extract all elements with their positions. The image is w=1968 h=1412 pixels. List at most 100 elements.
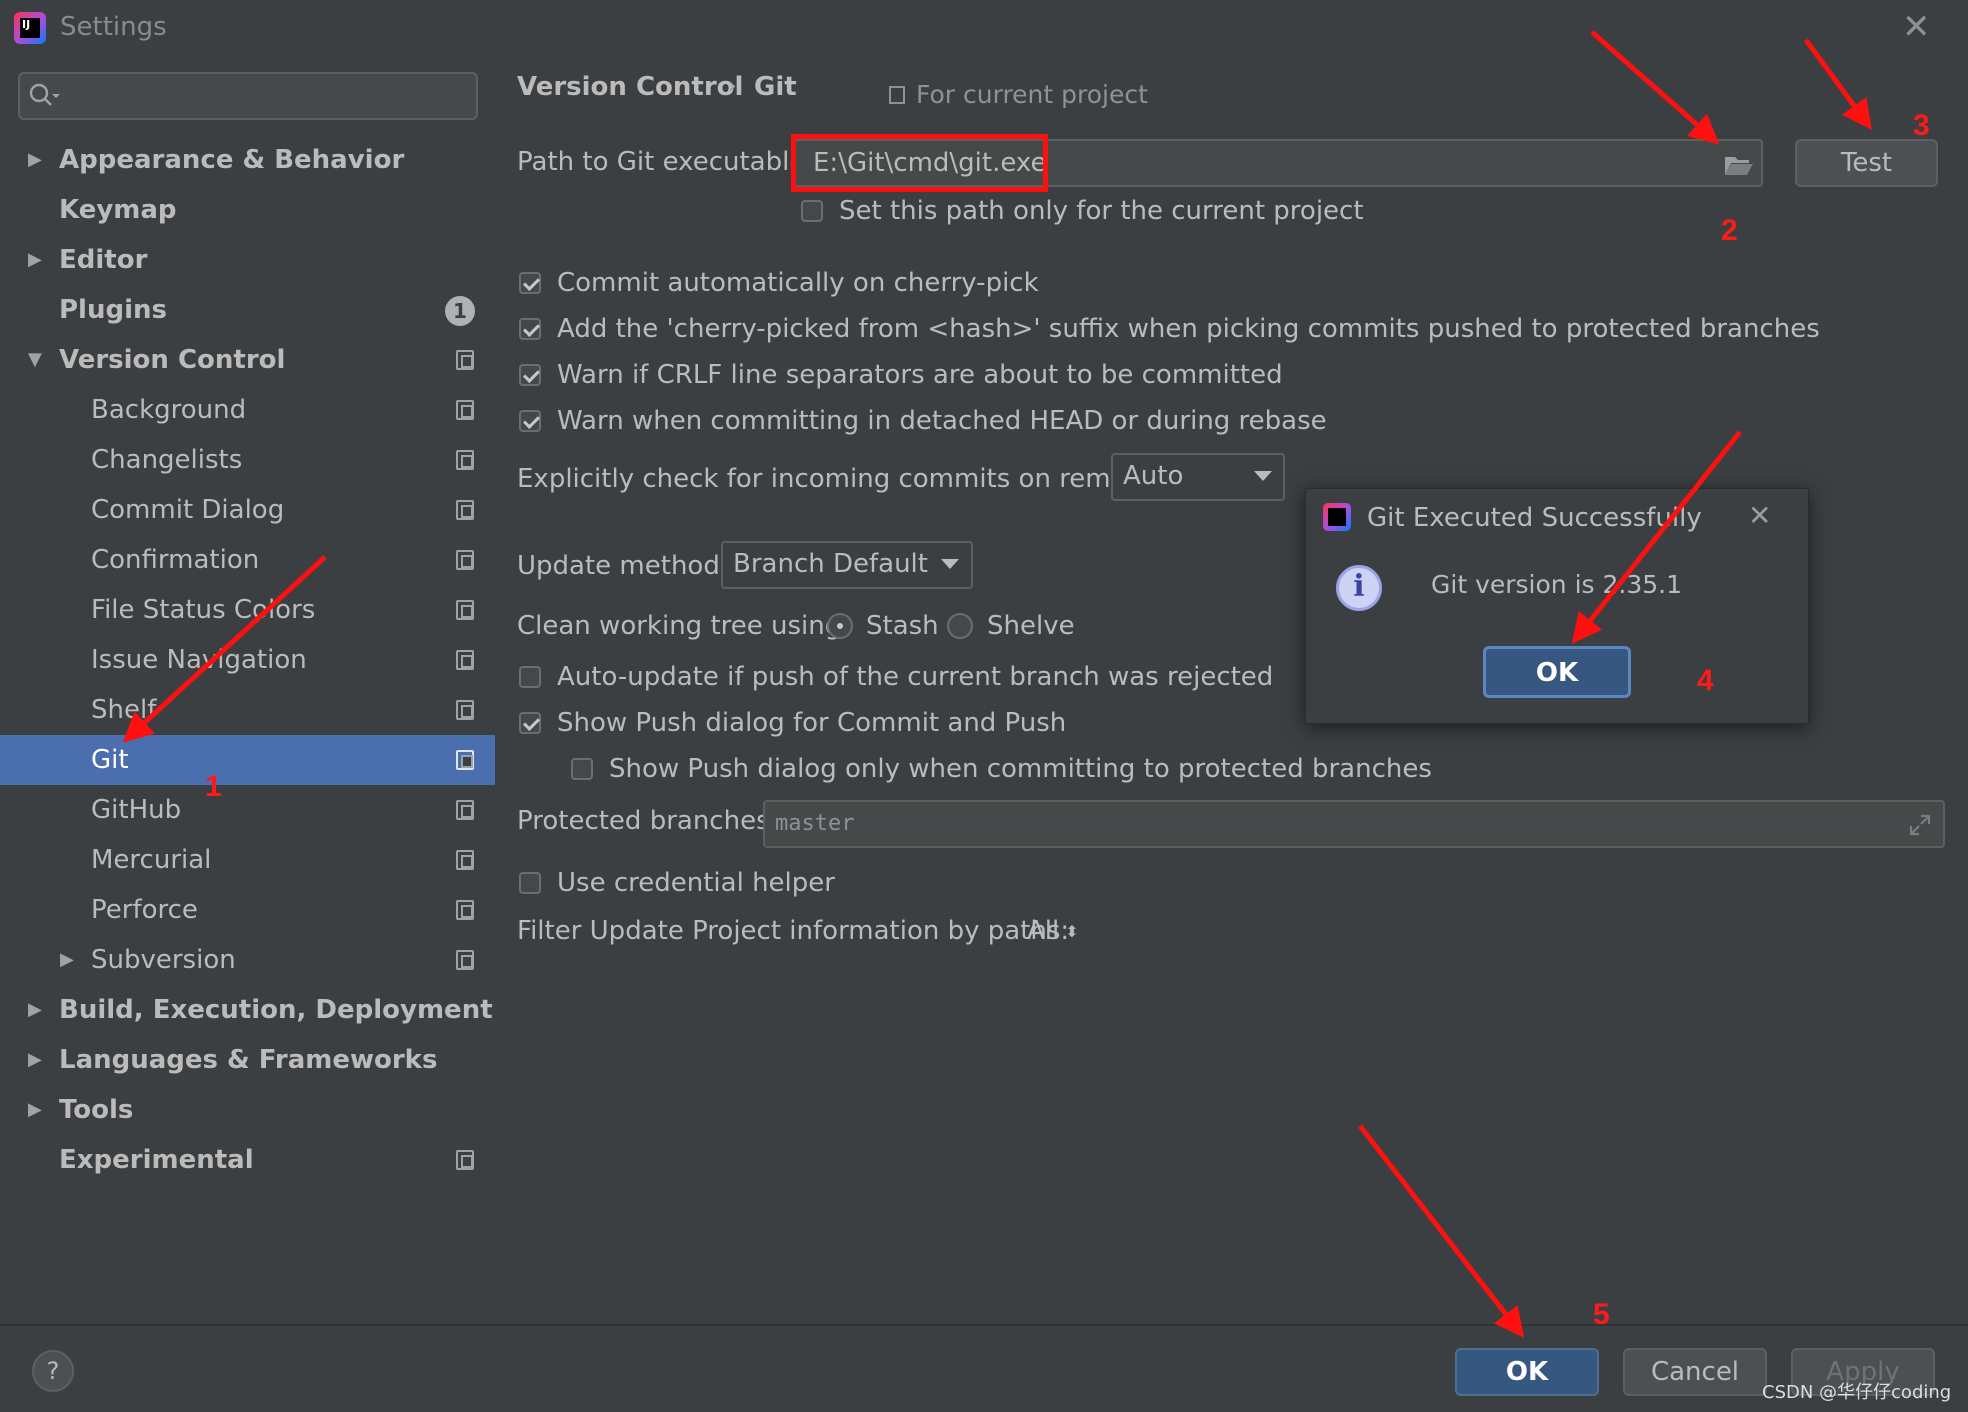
test-button[interactable]: Test [1795,139,1938,187]
show-push-dialog-label: Show Push dialog for Commit and Push [557,708,1067,738]
sidebar-item-issue-navigation[interactable]: Issue Navigation [0,635,495,685]
sidebar-item-languages-frameworks[interactable]: ▶ Languages & Frameworks [0,1035,495,1085]
incoming-commits-select[interactable]: Auto [1111,453,1285,501]
current-project-only-label: Set this path only for the current proje… [839,196,1364,226]
update-method-select[interactable]: Branch Default [721,541,973,589]
project-scope-icon [456,950,474,970]
project-scope-icon [456,550,474,570]
sidebar-item-tools[interactable]: ▶ Tools [0,1085,495,1135]
watermark: CSDN @华仔仔coding [1762,1382,1952,1403]
sidebar-item-version-control[interactable]: ▼ Version Control [0,335,495,385]
expand-arrow-icon[interactable]: ▶ [28,1085,42,1135]
project-scope-icon [456,400,474,420]
annotation-arrow-5 [1358,1124,1525,1338]
dialog-close-icon[interactable]: ✕ [1748,499,1771,532]
sidebar-item-experimental[interactable]: Experimental [0,1135,495,1185]
project-scope-icon [456,600,474,620]
folder-browse-icon[interactable] [1723,153,1755,177]
stash-radio[interactable] [827,613,853,639]
project-scope-icon [456,350,474,370]
expand-arrow-icon[interactable]: ▶ [28,135,42,185]
crlf-warning-label: Warn if CRLF line separators are about t… [557,360,1283,390]
filter-paths-select[interactable]: All ⬍ [1027,916,1079,946]
git-path-highlight [791,134,1048,192]
project-scope-icon [456,900,474,920]
project-scope-icon [456,650,474,670]
project-scope-icon [456,700,474,720]
search-icon [29,83,60,106]
clean-tree-label: Clean working tree using: [517,611,850,641]
show-push-dialog-checkbox[interactable] [519,712,541,734]
sidebar-item-mercurial[interactable]: Mercurial [0,835,495,885]
credential-helper-checkbox[interactable] [519,872,541,894]
auto-update-checkbox[interactable] [519,666,541,688]
title-bar [0,0,1968,58]
sidebar-item-build-execution-deployment[interactable]: ▶ Build, Execution, Deployment [0,985,495,1035]
project-scope-icon [456,750,474,770]
dialog-title: Git Executed Successfully [1367,503,1702,533]
breadcrumb-current: Git [754,72,797,102]
expand-arrow-icon[interactable]: ▶ [28,235,42,285]
project-scope-icon [456,850,474,870]
breadcrumb-parent[interactable]: Version Control [517,72,743,102]
intellij-logo-icon [1323,503,1351,531]
expand-arrow-icon[interactable]: ▶ [28,1035,42,1085]
cancel-button[interactable]: Cancel [1623,1348,1767,1396]
sidebar-item-github[interactable]: GitHub [0,785,495,835]
auto-update-label: Auto-update if push of the current branc… [557,662,1274,692]
collapse-arrow-icon[interactable]: ▼ [28,335,42,385]
push-protected-only-label: Show Push dialog only when committing to… [609,754,1432,784]
breadcrumb-separator: › [728,74,737,99]
project-scope-icon [889,86,905,104]
detached-head-warning-label: Warn when committing in detached HEAD or… [557,406,1327,436]
update-method-label: Update method: [517,551,729,581]
cherry-pick-suffix-checkbox[interactable] [519,318,541,340]
annotation-number-3: 3 [1913,109,1930,142]
detached-head-warning-checkbox[interactable] [519,410,541,432]
sidebar-item-plugins[interactable]: Plugins 1 [0,285,495,335]
shelve-label: Shelve [987,611,1075,641]
protected-branches-label: Protected branches: [517,806,779,836]
cherry-pick-checkbox[interactable] [519,272,541,294]
push-protected-only-checkbox[interactable] [571,758,593,780]
dialog-ok-button[interactable]: OK [1483,646,1631,698]
sidebar-item-background[interactable]: Background [0,385,495,435]
project-scope-icon [456,450,474,470]
project-scope-icon [456,800,474,820]
expand-arrow-icon[interactable]: ▶ [60,935,74,985]
help-button[interactable]: ? [32,1350,74,1392]
sidebar-item-git[interactable]: Git [0,735,495,785]
intellij-logo-icon: IJ [14,12,46,44]
sidebar-item-appearance-behavior[interactable]: ▶ Appearance & Behavior [0,135,495,185]
project-scope-icon [456,1150,474,1170]
sidebar-item-keymap[interactable]: Keymap [0,185,495,235]
project-scope-icon [456,500,474,520]
updown-icon: ⬍ [1065,922,1079,941]
settings-search-input[interactable] [18,72,478,120]
scope-label: For current project [916,80,1148,109]
protected-branches-input[interactable]: master [763,800,1945,848]
plugins-update-badge: 1 [445,296,475,326]
crlf-warning-checkbox[interactable] [519,364,541,386]
current-project-only-checkbox[interactable] [801,200,823,222]
info-icon: i [1336,565,1382,611]
cherry-pick-label: Commit automatically on cherry-pick [557,268,1039,298]
sidebar-item-editor[interactable]: ▶ Editor [0,235,495,285]
sidebar-item-shelf[interactable]: Shelf [0,685,495,735]
annotation-number-4: 4 [1697,664,1714,697]
incoming-commits-label: Explicitly check for incoming commits on… [517,464,1176,494]
sidebar-item-changelists[interactable]: Changelists [0,435,495,485]
chevron-down-icon [1254,471,1272,481]
shelve-radio[interactable] [947,613,973,639]
dialog-message: Git version is 2.35.1 [1431,570,1683,599]
close-window-icon[interactable]: ✕ [1902,10,1931,44]
sidebar-item-subversion[interactable]: ▶ Subversion [0,935,495,985]
expand-arrow-icon[interactable]: ▶ [28,985,42,1035]
sidebar-item-confirmation[interactable]: Confirmation [0,535,495,585]
ok-button[interactable]: OK [1455,1348,1599,1396]
sidebar-item-perforce[interactable]: Perforce [0,885,495,935]
sidebar-item-file-status-colors[interactable]: File Status Colors [0,585,495,635]
expand-icon[interactable] [1907,812,1933,838]
cherry-pick-suffix-label: Add the 'cherry-picked from <hash>' suff… [557,314,1820,344]
sidebar-item-commit-dialog[interactable]: Commit Dialog [0,485,495,535]
